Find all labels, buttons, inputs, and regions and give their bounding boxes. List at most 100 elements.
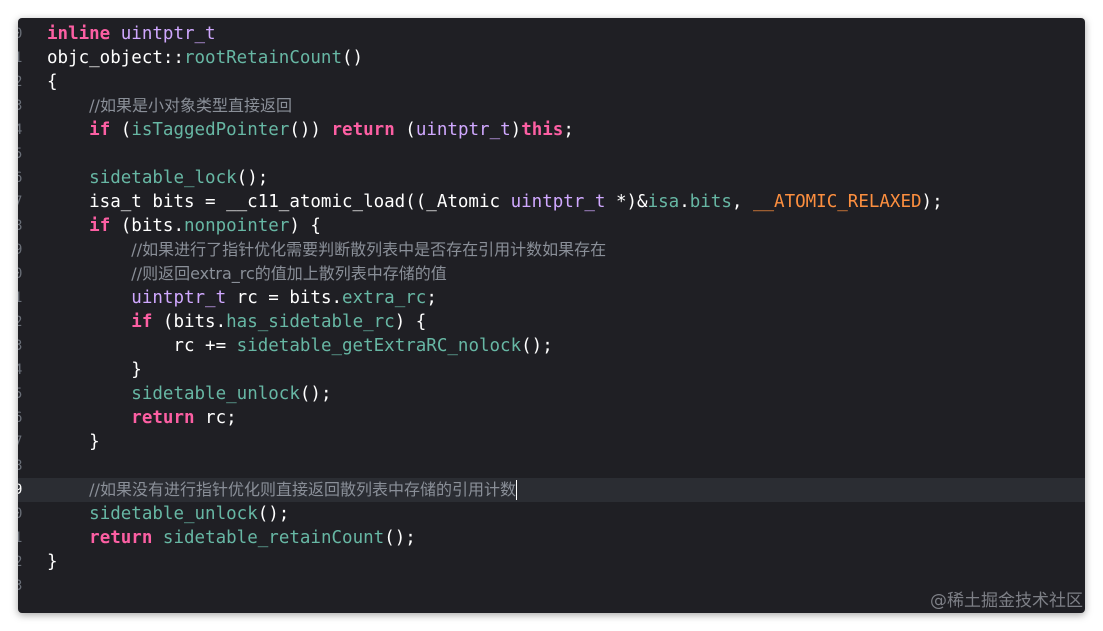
code-token: uintptr_t bbox=[415, 120, 511, 140]
code-token: if bbox=[131, 312, 153, 332]
line-number: 0 bbox=[18, 266, 23, 282]
code-token: { bbox=[47, 72, 58, 92]
code-line[interactable]: 3 rc += sidetable_getExtraRC_nolock(); bbox=[18, 334, 1085, 358]
code-line[interactable]: 9 //如果进行了指针优化需要判断散列表中是否存在引用计数如果存在 bbox=[18, 238, 1085, 262]
line-number: 1 bbox=[18, 50, 23, 66]
code-token: (); bbox=[521, 336, 553, 356]
code-line[interactable]: 1 objc_object::rootRetainCount() bbox=[18, 46, 1085, 70]
code-line[interactable]: 3 bbox=[18, 574, 1085, 598]
code-token: () bbox=[342, 48, 364, 68]
line-number: 5 bbox=[18, 386, 23, 402]
code-line[interactable]: 2} bbox=[18, 550, 1085, 574]
code-token: ) { bbox=[289, 216, 321, 236]
code-token: bits bbox=[689, 192, 732, 212]
code-token: __ATOMIC_RELAXED bbox=[752, 192, 922, 212]
code-token: (bits. bbox=[110, 216, 184, 236]
code-text: uintptr_t rc = bits.extra_rc; bbox=[47, 286, 437, 310]
line-number: 2 bbox=[18, 554, 23, 570]
code-token: (); bbox=[257, 504, 290, 524]
code-token: sidetable_unlock bbox=[131, 384, 300, 404]
line-number: 9 bbox=[18, 242, 23, 258]
code-editor[interactable]: 0 inline uintptr_t 1 objc_object::rootRetai… bbox=[18, 18, 1085, 613]
code-token: sidetable_getExtraRC_nolock bbox=[236, 336, 522, 356]
code-text: } bbox=[47, 358, 142, 382]
line-number: 2 bbox=[18, 74, 23, 90]
code-line[interactable]: 2{ bbox=[18, 70, 1085, 94]
code-token: , bbox=[731, 192, 753, 212]
code-line[interactable]: 6 sidetable_lock(); bbox=[18, 166, 1085, 190]
line-number: 5 bbox=[18, 146, 23, 162]
code-line[interactable]: 0 //则返回extra_rc的值加上散列表中存储的值 bbox=[18, 262, 1085, 286]
code-line[interactable]: 8 if (bits.nonpointer) { bbox=[18, 214, 1085, 238]
code-token: //如果进行了指针优化需要判断散列表中是否存在引用计数如果存在 bbox=[131, 240, 607, 259]
line-number: 9 bbox=[18, 482, 23, 498]
code-token: (); bbox=[384, 528, 416, 548]
code-line[interactable]: 2 if (bits.has_sidetable_rc) { bbox=[18, 310, 1085, 334]
code-token: uintptr_t bbox=[510, 192, 606, 212]
code-token: has_sidetable_rc bbox=[226, 312, 395, 332]
code-token: //如果是小对象类型直接返回 bbox=[89, 96, 292, 115]
line-number: 3 bbox=[18, 98, 23, 114]
code-line[interactable]: 4 if (isTaggedPointer()) return (uintptr… bbox=[18, 118, 1085, 142]
line-number: 7 bbox=[18, 434, 23, 450]
line-number: 0 bbox=[18, 26, 23, 42]
code-token: sidetable_unlock bbox=[89, 504, 258, 524]
code-line[interactable]: 7 } bbox=[18, 430, 1085, 454]
code-line[interactable]: 0 inline uintptr_t bbox=[18, 22, 1085, 46]
code-text: isa_t bits = __c11_atomic_load((_Atomic … bbox=[47, 190, 942, 214]
line-number: 7 bbox=[18, 194, 23, 210]
code-token: isa bbox=[647, 192, 680, 212]
code-token: rootRetainCount bbox=[183, 48, 343, 68]
code-token: ( bbox=[110, 120, 132, 140]
code-text: rc += sidetable_getExtraRC_nolock(); bbox=[47, 334, 553, 358]
code-line[interactable]: 3 //如果是小对象类型直接返回 bbox=[18, 94, 1085, 118]
code-text: //则返回extra_rc的值加上散列表中存储的值 bbox=[47, 262, 447, 286]
code-text: //如果是小对象类型直接返回 bbox=[47, 94, 292, 118]
line-number: 6 bbox=[18, 410, 23, 426]
code-line[interactable]: 7 isa_t bits = __c11_atomic_load((_Atomi… bbox=[18, 190, 1085, 214]
code-line[interactable]: 8 bbox=[18, 454, 1085, 478]
code-line[interactable]: 4 } bbox=[18, 358, 1085, 382]
code-token: if bbox=[89, 120, 111, 140]
code-token: ( bbox=[394, 120, 416, 140]
code-token: } bbox=[47, 552, 58, 572]
code-text: return rc; bbox=[47, 406, 236, 430]
code-token: ; bbox=[563, 120, 574, 140]
code-token: //则返回extra_rc的值加上散列表中存储的值 bbox=[131, 264, 447, 283]
code-line[interactable]: 5 sidetable_unlock(); bbox=[18, 382, 1085, 406]
line-number: 3 bbox=[18, 338, 23, 354]
line-number: 4 bbox=[18, 122, 23, 138]
code-token: . bbox=[679, 192, 690, 212]
code-line[interactable]: 1 uintptr_t rc = bits.extra_rc; bbox=[18, 286, 1085, 310]
code-line[interactable]: 0 sidetable_unlock(); bbox=[18, 502, 1085, 526]
code-token: } bbox=[47, 360, 142, 380]
line-number: 6 bbox=[18, 170, 23, 186]
code-line[interactable]: 5 bbox=[18, 142, 1085, 166]
code-line[interactable]: 6 return rc; bbox=[18, 406, 1085, 430]
code-token: uintptr_t bbox=[131, 288, 227, 308]
code-token: //如果没有进行指针优化则直接返回散列表中存储的引用计数 bbox=[89, 480, 516, 499]
line-number: 2 bbox=[18, 314, 23, 330]
code-token: return bbox=[331, 120, 395, 140]
line-number: 8 bbox=[18, 218, 23, 234]
code-token: ) bbox=[510, 120, 522, 140]
line-number: 1 bbox=[18, 290, 23, 306]
code-token: isa_t bits = __c11_atomic_load((_Atomic bbox=[47, 192, 511, 212]
line-number: 3 bbox=[18, 578, 23, 594]
code-text: if (bits.has_sidetable_rc) { bbox=[47, 310, 426, 334]
code-line[interactable]: 1 return sidetable_retainCount(); bbox=[18, 526, 1085, 550]
line-number: 8 bbox=[18, 458, 23, 474]
code-token: inline bbox=[47, 24, 111, 44]
code-text: //如果没有进行指针优化则直接返回散列表中存储的引用计数 bbox=[47, 478, 517, 502]
code-line[interactable]: 9 //如果没有进行指针优化则直接返回散列表中存储的引用计数 bbox=[18, 478, 1085, 502]
